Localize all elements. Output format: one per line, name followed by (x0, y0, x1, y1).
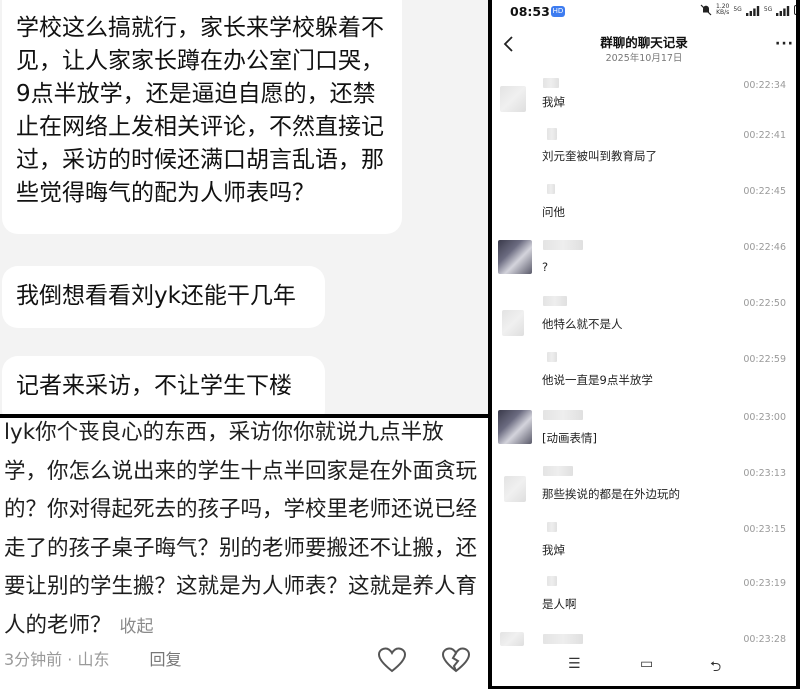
sender-name-blurred (547, 128, 557, 140)
avatar (504, 476, 526, 502)
status-bar: 08:53 HD 1.20 KB/s 5G 5G (492, 0, 800, 24)
sender-name-blurred (547, 576, 557, 586)
chat-bubble-3: 记者来采访，不让学生下楼 (2, 356, 325, 414)
sender-name-blurred (543, 296, 567, 306)
avatar (502, 310, 524, 336)
menu-nav-icon[interactable]: ☰ (568, 656, 581, 672)
hd-badge: HD (551, 6, 565, 17)
system-nav-bar: ☰ ▭ ⮌ (492, 656, 796, 678)
chat-record-screen: 08:53 HD 1.20 KB/s 5G 5G 群聊的聊天记录 2025年10… (492, 0, 800, 689)
message-text: 刘元奎被叫到教育局了 (542, 149, 657, 163)
message-text: ? (542, 260, 549, 274)
signal-label-1: 5G (733, 6, 742, 13)
net-speed-unit: KB/s (716, 9, 730, 16)
collapse-link[interactable]: 收起 (120, 617, 154, 637)
mute-bell-icon (700, 4, 712, 16)
sender-name-blurred (547, 522, 557, 532)
signal-icon (745, 5, 760, 16)
message-time: 00:23:00 (743, 412, 786, 423)
message-text: 那些挨说的都是在外边玩的 (542, 487, 680, 501)
more-options-icon[interactable]: ··· (775, 36, 794, 52)
message-text: [动画表情] (542, 431, 597, 445)
sender-name-blurred (547, 352, 557, 362)
signal-icon-2 (776, 5, 790, 16)
message-time: 00:23:13 (743, 468, 786, 479)
reply-button[interactable]: 回复 (149, 646, 181, 670)
chat-screenshot-panel: 学校这么搞就行，家长来学校躲着不见，让人家家长蹲在办公室门口哭，9点半放学，还是… (0, 0, 488, 414)
sender-name-blurred (543, 240, 583, 250)
message-text: 我焯 (542, 95, 565, 109)
chat-bubble-2-text: 我倒想看看刘yk还能干几年 (16, 283, 296, 309)
record-date: 2025年10月17日 (605, 53, 683, 64)
sender-name-blurred (543, 78, 559, 88)
message-time: 00:22:46 (743, 242, 786, 253)
sender-name-blurred (543, 466, 573, 476)
page-title: 群聊的聊天记录 (600, 35, 688, 50)
message-time: 00:23:28 (743, 634, 786, 645)
message-time: 00:22:59 (743, 354, 786, 365)
like-heart-icon[interactable] (377, 646, 407, 674)
frame-border-right (796, 0, 800, 689)
chat-bubble-3-text: 记者来采访，不让学生下楼 (16, 373, 292, 399)
signal-label-2: 5G (763, 6, 773, 13)
chat-bubble-1: 学校这么搞就行，家长来学校躲着不见，让人家家长蹲在办公室门口哭，9点半放学，还是… (2, 0, 402, 234)
comment-time-location: 3分钟前 · 山东 (4, 650, 110, 669)
message-text: 他说一直是9点半放学 (542, 373, 653, 387)
broken-heart-icon[interactable] (441, 646, 471, 674)
status-time: 08:53 (510, 4, 550, 19)
message-text: 问他 (542, 205, 565, 219)
comment-text: lyk你个丧良心的东西，采访你你就说九点半放学，你怎么说出来的学生十点半回家是在… (4, 420, 478, 638)
sender-name-blurred (543, 410, 583, 420)
chat-bubble-1-text: 学校这么搞就行，家长来学校躲着不见，让人家家长蹲在办公室门口哭，9点半放学，还是… (16, 15, 384, 206)
avatar (498, 410, 532, 444)
message-time: 00:22:50 (743, 298, 786, 309)
back-nav-icon[interactable]: ⮌ (710, 656, 721, 680)
comment-meta: 3分钟前 · 山东 回复 (4, 646, 181, 670)
sender-name-blurred (547, 184, 555, 194)
message-text: 我焯 (542, 543, 565, 557)
avatar (498, 240, 532, 274)
home-nav-icon[interactable]: ▭ (640, 656, 653, 672)
message-text: 是人啊 (542, 597, 577, 611)
sender-name-blurred (543, 634, 583, 644)
comment-panel: lyk你个丧良心的东西，采访你你就说九点半放学，你怎么说出来的学生十点半回家是在… (0, 418, 488, 689)
message-time: 00:22:45 (743, 186, 786, 197)
net-speed: 1.20 KB/s (716, 4, 729, 16)
comment-body: lyk你个丧良心的东西，采访你你就说九点半放学，你怎么说出来的学生十点半回家是在… (4, 418, 478, 646)
chat-bubble-2: 我倒想看看刘yk还能干几年 (2, 266, 325, 328)
message-time: 00:22:41 (743, 130, 786, 141)
avatar (500, 86, 526, 112)
top-nav: 群聊的聊天记录 2025年10月17日 ··· (492, 28, 796, 68)
status-icons: 1.20 KB/s 5G 5G (700, 4, 800, 16)
avatar (500, 632, 524, 646)
message-time: 00:23:15 (743, 524, 786, 535)
message-time: 00:22:34 (743, 80, 786, 91)
message-text: 他特么就不是人 (542, 317, 623, 331)
message-time: 00:23:19 (743, 578, 786, 589)
